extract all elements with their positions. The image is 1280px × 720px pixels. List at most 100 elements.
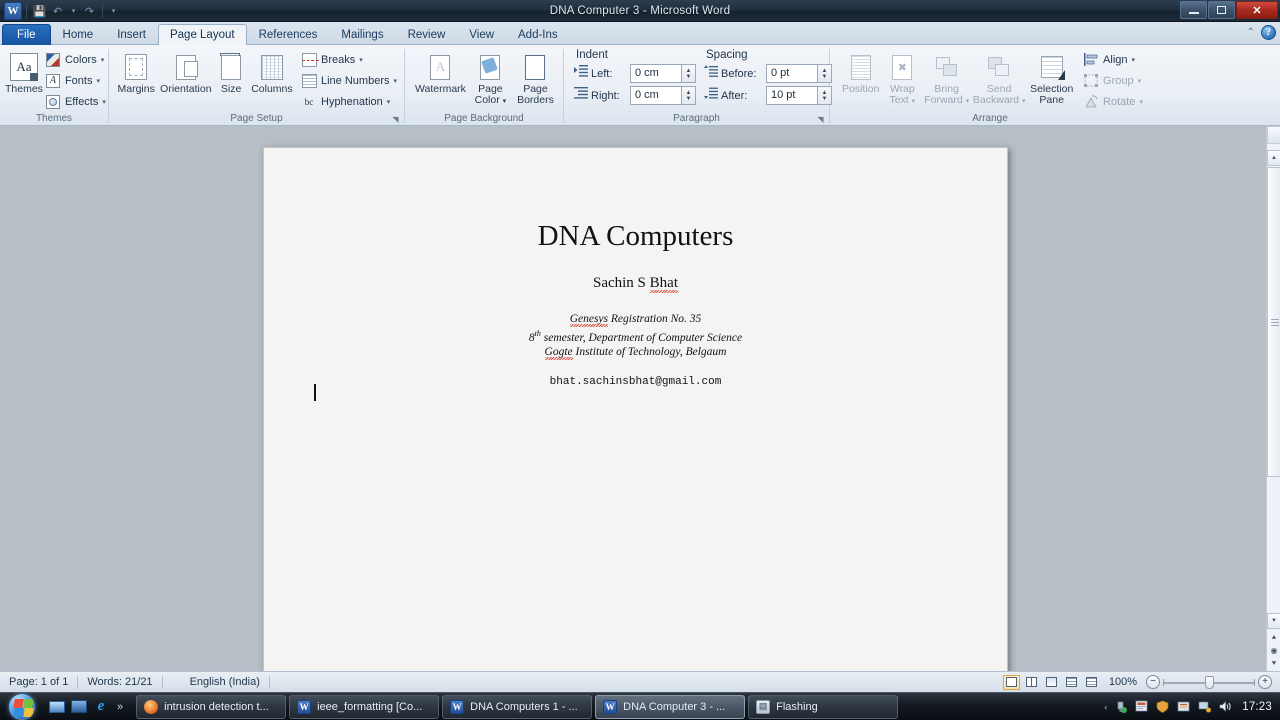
align-button[interactable]: Align ▾ [1081,49,1145,70]
size-button[interactable]: Size ▾ [159,48,248,298]
help-icon[interactable]: ? [1261,25,1276,40]
taskbar-item-ieee-formatting[interactable]: W ieee_formatting [Co... [289,694,440,719]
minimize-ribbon-icon[interactable]: ⌃ [1247,27,1255,38]
antivirus-icon[interactable] [1155,699,1170,714]
tab-references[interactable]: References [247,24,330,45]
spacing-after-value[interactable]: 10 pt [766,86,818,105]
tab-mailings[interactable]: Mailings [329,24,395,45]
view-print-layout-button[interactable] [1002,674,1020,690]
page-setup-dialog-launcher-icon[interactable]: ◥ [390,114,401,125]
send-backward-button[interactable]: Send Backward ▾ [972,48,1026,107]
breaks-button[interactable]: Breaks ▾ [299,49,399,70]
group-arrange-body: Position ▾ ✖ Wrap Text ▾ Bring Forward ▾… [830,45,1150,298]
action-center-icon[interactable] [1134,699,1149,714]
themes-button[interactable]: Aa Themes ▾ [5,48,54,298]
view-web-layout-button[interactable] [1043,675,1060,690]
tab-file[interactable]: File [2,24,51,45]
minimize-button[interactable] [1180,1,1207,19]
theme-colors-button[interactable]: Colors ▾ [43,49,108,70]
quick-launch-overflow-icon[interactable]: » [114,701,126,713]
scrollbar-thumb[interactable] [1267,167,1280,477]
safely-remove-hardware-icon[interactable] [1113,699,1128,714]
view-draft-button[interactable] [1083,675,1100,690]
spacing-before-value[interactable]: 0 pt [766,64,818,83]
orientation-button[interactable]: Orientation ▾ [158,48,213,298]
zoom-out-button[interactable]: − [1146,675,1160,689]
indent-section: Indent Left: 0 cm ▲ ▼ Right: 0 cm ▲ ▼ [574,48,696,105]
watermark-button[interactable]: A Watermark ▾ [413,48,468,298]
tab-review[interactable]: Review [396,24,458,45]
view-outline-button[interactable] [1063,675,1080,690]
scroll-up-button[interactable]: ▲ [1267,150,1280,166]
taskbar-clock[interactable]: 17:23 [1239,701,1272,713]
group-paragraph: Indent Left: 0 cm ▲ ▼ Right: 0 cm ▲ ▼ Sp… [564,45,832,126]
tab-page-layout[interactable]: Page Layout [157,24,247,45]
status-page-indicator[interactable]: Page: 1 of 1 [0,672,77,693]
paragraph-dialog-launcher-icon[interactable]: ◥ [815,114,826,125]
spacing-after-spinner[interactable]: 10 pt ▲ ▼ [766,86,832,105]
zoom-slider-thumb[interactable] [1205,675,1214,689]
show-hidden-icons-icon[interactable]: ‹ [1104,702,1107,712]
scroll-down-button[interactable]: ▼ [1267,613,1280,629]
switch-window-icon[interactable] [70,698,88,716]
status-word-count[interactable]: Words: 21/21 [78,672,161,693]
columns-button[interactable]: Columns ▾ [159,48,295,298]
selection-pane-button[interactable]: Selection Pane [1026,48,1077,106]
indent-left-spinner[interactable]: 0 cm ▲ ▼ [630,64,696,83]
restore-button[interactable] [1208,1,1235,19]
next-page-button[interactable]: ⯆ [1267,656,1280,671]
page-color-button[interactable]: Page Color ▾ [468,48,513,107]
status-language[interactable]: English (India) [181,672,269,693]
document-work-area[interactable]: DNA Computers Sachin S Bhat Genesys Regi… [0,126,1266,671]
hyphenation-button[interactable]: bc Hyphenation ▾ [299,91,399,112]
theme-colors-label: Colors [64,53,97,66]
page-borders-button[interactable]: Page Borders [513,48,558,106]
indent-right-value[interactable]: 0 cm [630,86,682,105]
view-full-screen-reading-button[interactable] [1023,675,1040,690]
document-page[interactable]: DNA Computers Sachin S Bhat Genesys Regi… [263,147,1008,671]
proofing-errors-icon[interactable] [163,675,181,690]
start-button[interactable] [0,693,44,720]
line-numbers-button[interactable]: Line Numbers ▾ [299,70,399,91]
status-bar: Page: 1 of 1 Words: 21/21 English (India… [0,671,1280,692]
chevron-down-icon: ▾ [965,98,970,105]
spacing-before-spinner[interactable]: 0 pt ▲ ▼ [766,64,832,83]
update-icon[interactable] [1176,699,1191,714]
bring-forward-button[interactable]: Bring Forward ▾ [921,48,972,107]
close-button[interactable]: ✕ [1236,1,1278,19]
tab-home[interactable]: Home [51,24,106,45]
tab-insert[interactable]: Insert [105,24,158,45]
zoom-in-button[interactable]: + [1258,675,1272,689]
theme-fonts-button[interactable]: A Fonts ▾ [43,70,108,91]
orientation-icon [175,50,198,84]
tab-view[interactable]: View [457,24,506,45]
theme-effects-button[interactable]: Effects ▾ [43,91,108,112]
margins-button[interactable]: Margins ▾ [114,48,163,298]
zoom-slider[interactable] [1163,675,1255,690]
group-button[interactable]: Group ▾ [1081,70,1145,91]
taskbar-item-dna-computers-1[interactable]: W DNA Computers 1 - ... [442,694,593,719]
internet-explorer-icon[interactable]: e [92,698,110,716]
taskbar-item-dna-computer-3[interactable]: W DNA Computer 3 - ... [595,694,746,719]
indent-right-arrows-icon[interactable]: ▲ ▼ [682,86,696,105]
wrap-text-label-2: Text [889,94,909,106]
rotate-button[interactable]: Rotate ▾ [1081,91,1145,112]
volume-icon[interactable] [1218,699,1233,714]
indent-right-spinner[interactable]: 0 cm ▲ ▼ [630,86,696,105]
zoom-tick [1163,678,1164,686]
vertical-scrollbar[interactable]: ▲ ▼ ⯅ ◉ ⯆ [1266,126,1280,671]
taskbar-item-flashing[interactable]: ▤ Flashing [748,694,899,719]
split-window-handle[interactable] [1267,126,1280,144]
position-button[interactable]: Position ▾ [838,48,884,298]
indent-left-value[interactable]: 0 cm [630,64,682,83]
network-icon[interactable] [1197,699,1212,714]
indent-left-arrows-icon[interactable]: ▲ ▼ [682,64,696,83]
wrap-text-button[interactable]: ✖ Wrap Text ▾ [883,48,921,107]
page-color-icon [480,50,501,84]
line-numbers-label: Line Numbers [321,74,390,87]
zoom-level[interactable]: 100% [1103,676,1143,688]
show-desktop-icon[interactable] [48,698,66,716]
group-page-background: A Watermark ▾ Page Color ▾ Page Borders … [405,45,563,298]
tab-add-ins[interactable]: Add-Ins [506,24,570,45]
taskbar-item-firefox[interactable]: intrusion detection t... [136,694,287,719]
